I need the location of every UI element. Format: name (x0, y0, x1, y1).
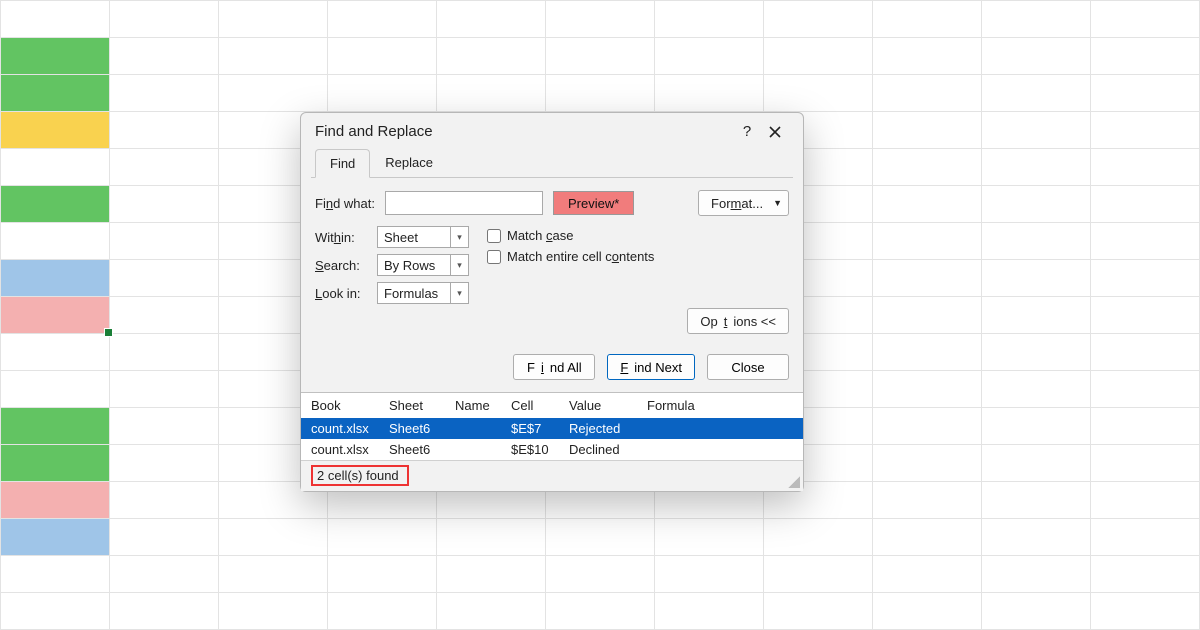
search-label: Search: (315, 258, 369, 273)
resize-grip-icon[interactable] (788, 476, 800, 488)
table-row[interactable]: count.xlsx Sheet6 $E$10 Declined (301, 439, 803, 460)
tab-replace[interactable]: Replace (370, 148, 448, 177)
chevron-down-icon: ▼ (773, 198, 782, 208)
match-case-checkbox[interactable]: Match case (487, 228, 654, 243)
chevron-down-icon: ▾ (450, 255, 468, 275)
cell-value: Rejected (569, 421, 647, 436)
find-what-field[interactable] (386, 196, 574, 211)
lookin-dropdown[interactable]: Formulas▾ (377, 282, 469, 304)
find-what-label: Find what: (315, 196, 375, 211)
cell-cell: $E$10 (511, 442, 569, 457)
within-label: Within: (315, 230, 369, 245)
cell-formula (647, 421, 793, 436)
col-formula[interactable]: Formula (647, 398, 793, 413)
chevron-down-icon: ▾ (450, 227, 468, 247)
col-name[interactable]: Name (455, 398, 511, 413)
table-row[interactable]: count.xlsx Sheet6 $E$7 Rejected (301, 418, 803, 439)
cell-name (455, 421, 511, 436)
within-dropdown[interactable]: Sheet▾ (377, 226, 469, 248)
options-button[interactable]: Options << (687, 308, 789, 334)
lookin-value: Formulas (378, 286, 450, 301)
cell-value: Declined (569, 442, 647, 457)
format-button[interactable]: Format... ▼ (698, 190, 789, 216)
help-button[interactable]: ? (733, 123, 761, 140)
cell-formula (647, 442, 793, 457)
col-sheet[interactable]: Sheet (389, 398, 455, 413)
format-preview: Preview* (553, 191, 634, 215)
find-replace-dialog: Find and Replace ? Find Replace Find wha… (300, 112, 804, 492)
find-next-button[interactable]: Find Next (607, 354, 695, 380)
dialog-title: Find and Replace (315, 123, 433, 140)
status-text: 2 cell(s) found (311, 465, 409, 486)
match-entire-label: Match entire cell contents (507, 249, 654, 264)
close-icon[interactable] (761, 125, 789, 139)
status-bar: 2 cell(s) found (301, 460, 803, 491)
cell-cell: $E$7 (511, 421, 569, 436)
col-value[interactable]: Value (569, 398, 647, 413)
match-case-label: Match case (507, 228, 573, 243)
cell-book: count.xlsx (311, 421, 389, 436)
cell-name (455, 442, 511, 457)
tab-find[interactable]: Find (315, 149, 370, 178)
search-dropdown[interactable]: By Rows▾ (377, 254, 469, 276)
tab-replace-label: Replace (385, 155, 433, 170)
format-button-label: Format... (711, 196, 763, 211)
col-book[interactable]: Book (311, 398, 389, 413)
match-entire-checkbox[interactable]: Match entire cell contents (487, 249, 654, 264)
col-cell[interactable]: Cell (511, 398, 569, 413)
search-value: By Rows (378, 258, 450, 273)
results-header: Book Sheet Name Cell Value Formula (301, 393, 803, 418)
chevron-down-icon: ▾ (450, 283, 468, 303)
find-all-button[interactable]: Find All (513, 354, 595, 380)
within-value: Sheet (378, 230, 450, 245)
close-button[interactable]: Close (707, 354, 789, 380)
cell-sheet: Sheet6 (389, 421, 455, 436)
cell-book: count.xlsx (311, 442, 389, 457)
results-list: Book Sheet Name Cell Value Formula count… (301, 392, 803, 460)
find-what-input[interactable]: ▾ (385, 191, 543, 215)
lookin-label: Look in: (315, 286, 369, 301)
tab-strip: Find Replace (311, 148, 793, 178)
cell-sheet: Sheet6 (389, 442, 455, 457)
tab-find-label: Find (330, 156, 355, 171)
